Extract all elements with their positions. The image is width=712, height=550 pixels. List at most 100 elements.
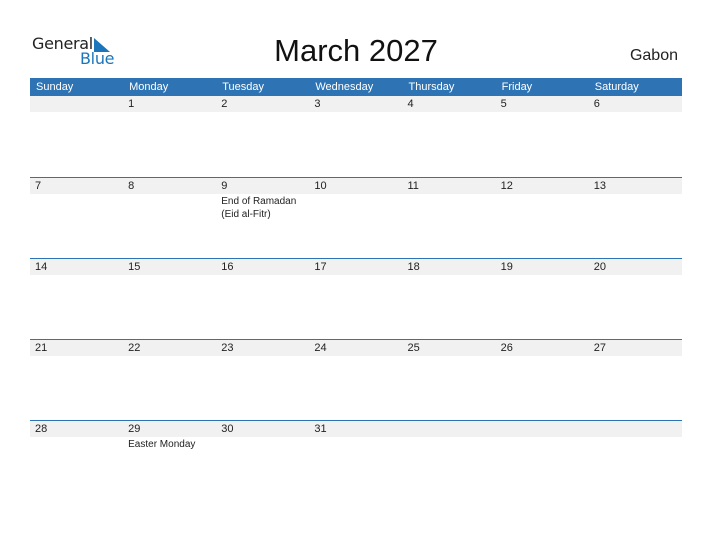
day-cell: 31 xyxy=(309,421,403,501)
day-cell: 12 xyxy=(495,178,589,258)
week-row: 123456 xyxy=(30,96,682,177)
day-cell: 3 xyxy=(309,96,403,177)
day-cell xyxy=(588,421,682,501)
holiday-label xyxy=(309,275,402,276)
holiday-label xyxy=(30,112,123,113)
day-number: 22 xyxy=(123,340,217,356)
day-number: 13 xyxy=(588,178,682,194)
day-cell xyxy=(495,421,589,501)
weekday-thursday: Thursday xyxy=(408,81,455,93)
day-cell: 6 xyxy=(588,96,682,177)
day-cell: 19 xyxy=(495,259,589,339)
week-row: 7 8 9 End of Ramadan (Eid al-Fitr) 10 11 12 13 xyxy=(30,177,682,258)
day-cell: 25 xyxy=(402,340,496,420)
day-cell: 10 xyxy=(309,178,403,258)
day-cell: 1 xyxy=(123,96,217,177)
day-cell: 18 xyxy=(402,259,496,339)
holiday-label xyxy=(309,437,402,438)
day-number xyxy=(495,421,589,437)
day-cell: 14 xyxy=(30,259,124,339)
holiday-label xyxy=(403,275,496,276)
day-number: 10 xyxy=(309,178,403,194)
week-row: 14 15 16 17 18 19 20 xyxy=(30,258,682,339)
country-label: Gabon xyxy=(629,47,678,64)
day-number: 7 xyxy=(30,178,124,194)
holiday-label xyxy=(496,437,589,438)
day-cell: 8 xyxy=(123,178,217,258)
day-number: 21 xyxy=(30,340,124,356)
day-cell xyxy=(402,421,496,501)
calendar-grid: Sunday Monday Tuesday Wednesday Thursday Frid… xyxy=(30,78,682,501)
day-cell: 29 Easter Monday xyxy=(123,421,217,501)
day-cell: 27 xyxy=(588,340,682,420)
holiday-label xyxy=(216,112,309,113)
holiday-label xyxy=(30,275,123,276)
weekday-saturday: Saturday xyxy=(594,81,639,93)
week-row: 28 29 Easter Monday 30 31 xyxy=(30,420,682,501)
day-cell: 16 xyxy=(216,259,310,339)
day-cell xyxy=(30,96,124,177)
day-cell: 26 xyxy=(495,340,589,420)
holiday-label xyxy=(403,194,496,195)
day-number: 26 xyxy=(495,340,589,356)
holiday-label xyxy=(123,194,216,195)
day-number: 20 xyxy=(588,259,682,275)
day-number: 15 xyxy=(123,259,217,275)
holiday-label xyxy=(589,275,682,276)
day-number: 24 xyxy=(309,340,403,356)
day-number: 8 xyxy=(123,178,217,194)
holiday-label xyxy=(589,437,682,438)
holiday-label xyxy=(123,112,216,113)
day-number: 23 xyxy=(216,340,310,356)
holiday-label: End of Ramadan (Eid al-Fitr) xyxy=(221,196,297,220)
day-cell: 9 End of Ramadan (Eid al-Fitr) xyxy=(216,178,310,258)
day-number: 11 xyxy=(402,178,496,194)
page-title: March 2027 xyxy=(274,33,438,68)
day-number: 31 xyxy=(309,421,403,437)
holiday-label xyxy=(30,356,123,357)
weekday-tuesday: Tuesday xyxy=(222,81,265,93)
day-number: 16 xyxy=(216,259,310,275)
weekday-wednesday: Wednesday xyxy=(315,81,374,93)
holiday-label xyxy=(216,356,309,357)
holiday-label xyxy=(30,194,123,195)
holiday-label xyxy=(123,356,216,357)
holiday-label xyxy=(309,356,402,357)
holiday-label xyxy=(496,275,589,276)
day-number: 27 xyxy=(588,340,682,356)
day-cell: 7 xyxy=(30,178,124,258)
day-number: 30 xyxy=(216,421,310,437)
day-cell: 23 xyxy=(216,340,310,420)
holiday-label xyxy=(30,437,123,438)
week-row: 21 22 23 24 25 26 27 xyxy=(30,339,682,420)
day-number: 28 xyxy=(30,421,124,437)
day-number: 18 xyxy=(402,259,496,275)
day-number xyxy=(402,421,496,437)
holiday-label xyxy=(123,275,216,276)
holiday-label xyxy=(403,356,496,357)
holiday-label xyxy=(589,356,682,357)
day-number: 5 xyxy=(495,96,589,112)
day-number: 4 xyxy=(402,96,496,112)
day-number: 29 xyxy=(123,421,217,437)
weekday-sunday: Sunday xyxy=(36,81,74,93)
day-number: 6 xyxy=(588,96,682,112)
day-number: 12 xyxy=(495,178,589,194)
day-number: 2 xyxy=(216,96,310,112)
day-cell: 22 xyxy=(123,340,217,420)
day-number: 9 xyxy=(216,178,310,194)
day-number: 14 xyxy=(30,259,124,275)
holiday-label xyxy=(496,194,589,195)
holiday-label xyxy=(216,275,309,276)
day-number xyxy=(30,96,124,112)
day-cell: 5 xyxy=(495,96,589,177)
day-cell: 2 xyxy=(216,96,310,177)
day-number: 3 xyxy=(309,96,403,112)
weekday-monday: Monday xyxy=(129,81,169,93)
holiday-label xyxy=(589,112,682,113)
day-cell: 28 xyxy=(30,421,124,501)
day-cell: 13 xyxy=(588,178,682,258)
holiday-label xyxy=(403,437,496,438)
day-cell: 15 xyxy=(123,259,217,339)
day-number xyxy=(588,421,682,437)
